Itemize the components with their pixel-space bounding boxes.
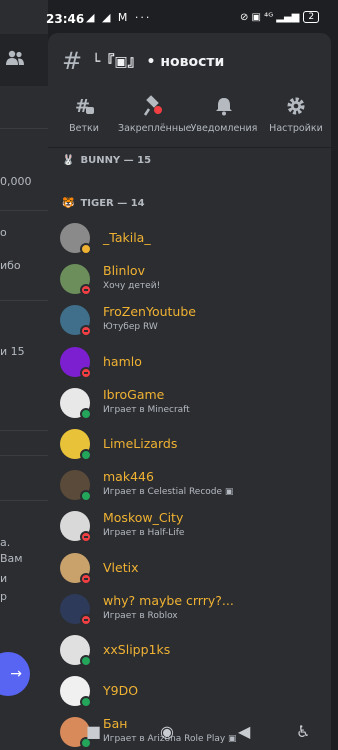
members-icon[interactable] [6,50,24,66]
status-dot-icon [80,449,92,461]
member-row[interactable]: LimeLizards [60,427,325,465]
member-name: FroZenYoutube [103,304,196,320]
background-chat-panel [0,0,48,750]
status-dot-icon [80,243,92,255]
battery-icon: 2 [303,11,320,23]
member-name: Moskow_City [103,510,184,526]
status-dot-icon [80,490,92,503]
background-text: 0,000 [0,175,32,188]
settings-button[interactable]: Настройки [260,95,331,134]
member-name: mak446 [103,469,154,485]
member-name: LimeLizards [103,436,178,451]
member-row[interactable]: Y9DO [60,674,325,712]
member-row[interactable]: xxSlipp1ks [60,633,325,671]
threads-label: Ветки [69,123,99,134]
member-name: Y9DO [103,683,139,699]
status-time: 23:46 [46,12,85,26]
status-dot-icon [80,366,92,379]
channel-name: └『▣』 • новости [92,54,225,70]
status-right: ⊘ ▣ ⁴ᴳ ▂▄▆ 2 [240,11,320,23]
status-dot-icon [80,531,92,544]
background-divider [0,210,48,211]
status-dot-icon [80,696,92,709]
member-name: hamlo [103,353,142,369]
member-row[interactable]: Vletix [60,551,325,589]
member-row[interactable]: Blinlov Хочу детей! [60,262,325,300]
background-divider [0,500,48,501]
member-activity: Играет в Half-Life [103,528,185,539]
member-row[interactable]: hamlo [60,345,325,383]
member-activity: Ютубер RW [103,322,158,333]
notifications-button[interactable]: Уведомления [188,95,260,134]
member-activity: Играет в Roblox [103,610,178,621]
member-activity: Хочу детей! [103,281,161,292]
background-text: а. [0,536,11,549]
background-text: о [0,226,7,239]
member-row[interactable]: FroZenYoutube Ютубер RW [60,303,325,341]
channel-hash-icon: # [62,47,83,75]
role-label: BUNNY — 15 [80,155,152,166]
member-name: why? maybe crrry?... [103,592,234,608]
rabbit-icon: 🐰 [62,155,75,166]
background-text: р [0,590,7,603]
member-activity: Играет в Celestial Recode ▣ [103,487,234,498]
divider [48,147,331,148]
member-name: IbroGame [103,386,165,402]
member-name: Vletix [103,559,139,575]
role-header-bunny: 🐰 BUNNY — 15 [62,155,151,166]
settings-label: Настройки [269,123,323,134]
channel-header: # └『▣』 • новости [48,33,331,89]
status-dot-icon [80,407,92,420]
notification-icons: ◢ ◢ M ··· [86,11,152,24]
role-header-tiger: 🐯 TIGER — 14 [62,198,145,209]
notifications-label: Уведомления [190,123,258,134]
status-dot-icon [80,572,92,585]
status-bar: 23:46 ◢ ◢ M ··· ⊘ ▣ ⁴ᴳ ▂▄▆ 2 [0,0,338,34]
member-row[interactable]: why? maybe crrry?... Играет в Roblox [60,592,325,630]
background-text: и 15 [0,345,25,358]
background-text: ибо [0,259,21,272]
background-divider [0,455,48,456]
pin-icon [143,95,162,116]
member-name: xxSlipp1ks [103,642,171,657]
pinned-label: Закреплённые [118,123,192,134]
member-row[interactable]: mak446 Играет в Celestial Recode ▣ [60,468,325,506]
system-nav-bar: ■ ◉ ◀ ♿ [0,714,338,750]
background-divider [0,430,48,431]
status-dot-icon [80,325,92,338]
background-text: Вам [0,552,23,565]
member-name: Blinlov [103,263,145,279]
role-label: TIGER — 14 [80,198,145,209]
arrow-right-icon: → [10,666,22,682]
member-activity: Играет в Minecraft [103,404,190,415]
background-text: и [0,572,8,585]
back-button[interactable]: ◀ [238,722,250,741]
pinned-button[interactable]: Закреплённые [118,95,192,134]
status-dot-icon [80,655,92,667]
background-divider [0,128,48,129]
home-button[interactable]: ◉ [160,722,174,741]
threads-icon: # [75,96,94,116]
signal-icons: ⊘ ▣ ⁴ᴳ ▂▄▆ [240,11,300,23]
member-row[interactable]: IbroGame Играет в Minecraft [60,386,325,424]
member-row[interactable]: Moskow_City Играет в Half-Life [60,509,325,547]
member-name: _Takila_ [103,230,151,245]
gear-icon [287,97,305,115]
member-row[interactable]: _Takila_ [60,221,325,259]
background-divider [0,300,48,301]
status-dot-icon [80,284,92,297]
channel-toolbar: # Ветки Закреплённые Уведомления Настрой… [48,95,331,141]
accessibility-button[interactable]: ♿ [296,722,310,741]
recents-button[interactable]: ■ [86,722,101,741]
status-dot-icon [80,613,92,626]
channel-info-drawer: # └『▣』 • новости # Ветки Закреплённые Ув… [48,33,331,750]
tiger-icon: 🐯 [62,198,75,209]
bell-icon [216,98,232,116]
threads-button[interactable]: # Ветки [48,95,120,134]
